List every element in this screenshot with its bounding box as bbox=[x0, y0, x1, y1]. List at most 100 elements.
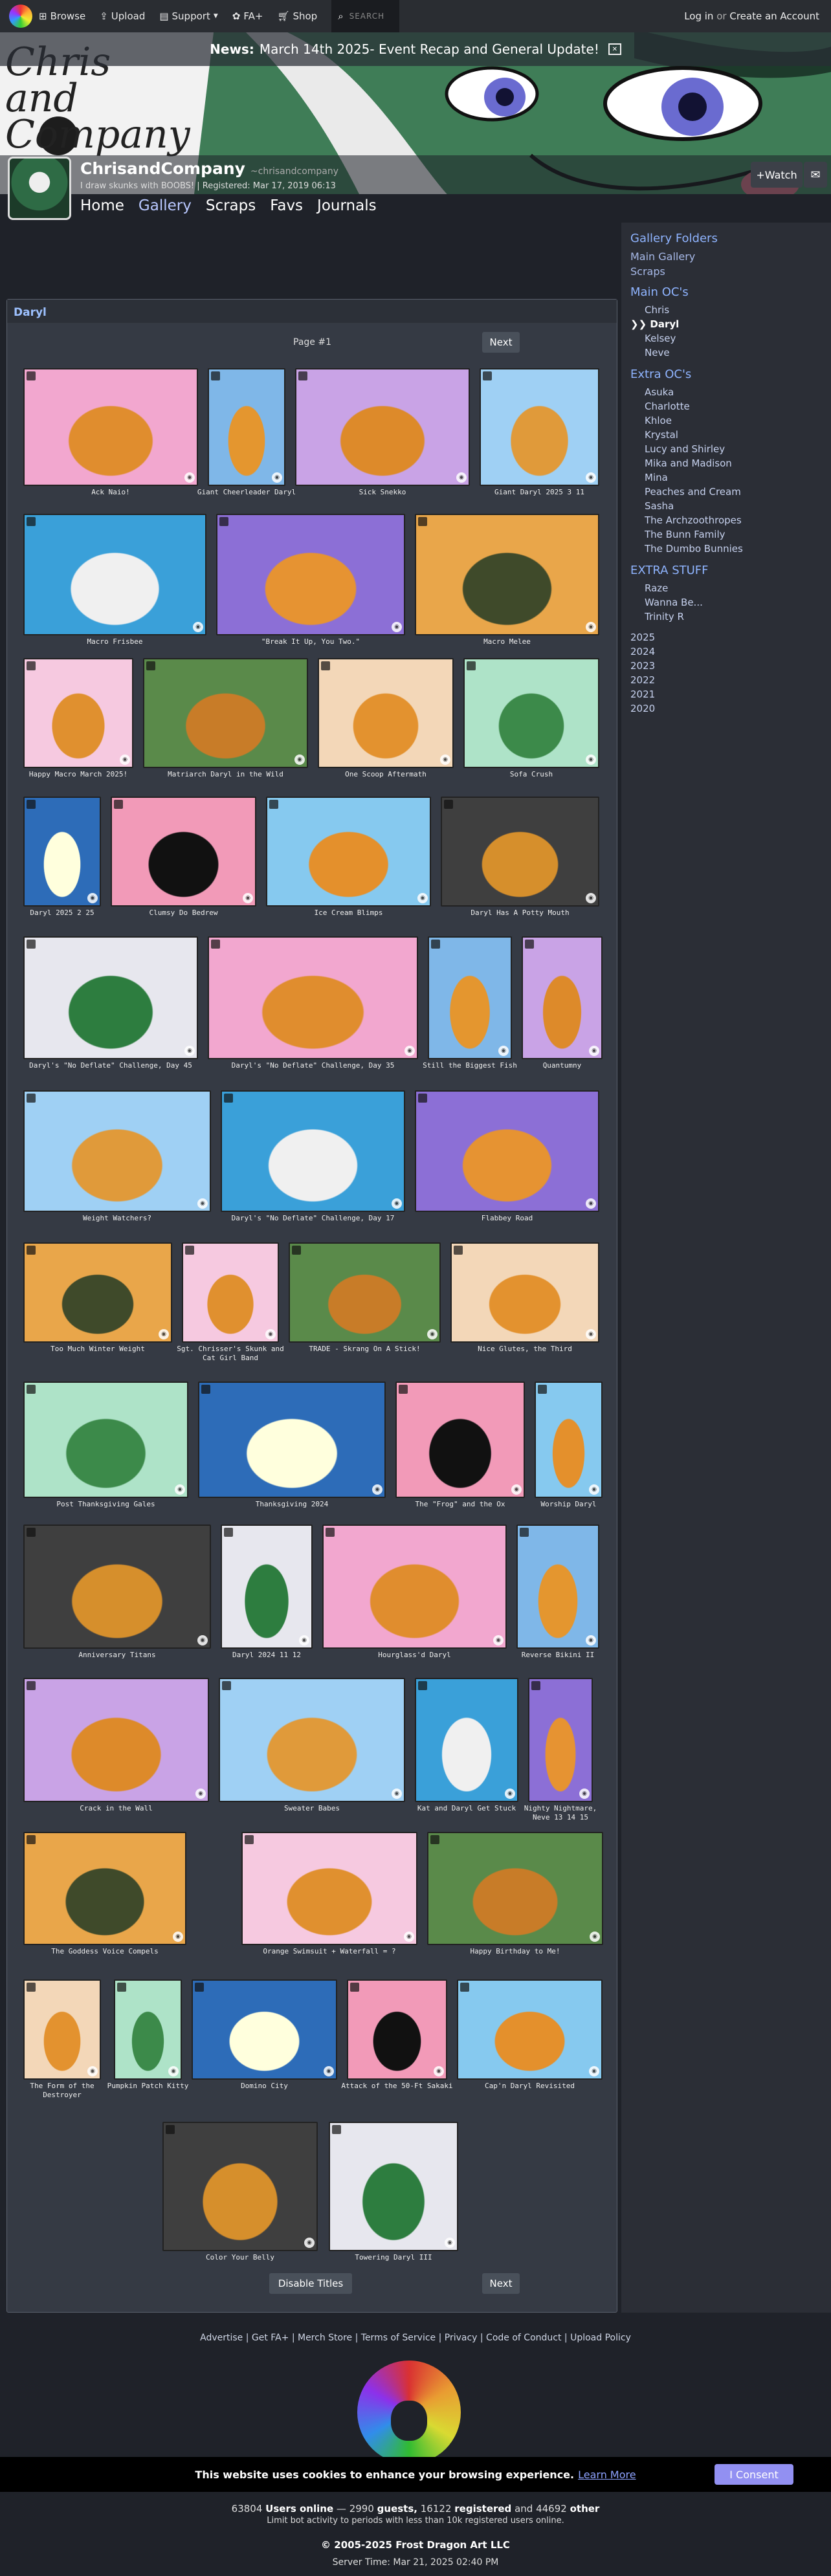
browse-link[interactable]: ⊞ Browse bbox=[39, 10, 85, 22]
thumbnail-title[interactable]: Reverse Bikini II bbox=[505, 1647, 611, 1660]
thumbnail-image[interactable] bbox=[25, 1092, 210, 1211]
thumbnail-image[interactable] bbox=[458, 1981, 601, 2078]
thumbnail-image[interactable] bbox=[115, 1981, 181, 2078]
thumbnail-title[interactable]: Daryl's "No Deflate" Challenge, Day 45 bbox=[12, 1058, 210, 1070]
thumbnail-title[interactable]: Daryl 2025 2 25 bbox=[12, 905, 113, 918]
folder-neve[interactable]: Neve bbox=[645, 346, 831, 360]
thumbnail-image[interactable] bbox=[523, 938, 601, 1058]
gallery-thumbnail[interactable]: ◉ Nighty Nightmare, Neve 13 14 15 bbox=[524, 1678, 597, 1822]
thumbnail-image[interactable] bbox=[416, 1679, 517, 1801]
thumbnail-title[interactable]: Anniversary Titans bbox=[12, 1647, 223, 1660]
gallery-thumbnail[interactable]: ◉ Sgt. Chrisser's Skunk and Cat Girl Band bbox=[177, 1242, 284, 1362]
folder-extra-3[interactable]: Krystal bbox=[645, 428, 831, 442]
thumbnail-title[interactable]: Weight Watchers? bbox=[12, 1211, 223, 1223]
login-link[interactable]: Log in bbox=[684, 10, 713, 22]
gallery-thumbnail[interactable]: ◉ Too Much Winter Weight bbox=[23, 1242, 172, 1353]
thumbnail-image[interactable] bbox=[25, 1679, 208, 1801]
message-button[interactable]: ✉ bbox=[804, 162, 827, 188]
thumbnail-image[interactable] bbox=[319, 659, 452, 767]
thumbnail-title[interactable]: Quantumny bbox=[510, 1058, 614, 1070]
thumbnail-title[interactable]: Sweater Babes bbox=[207, 1801, 417, 1813]
thumbnail-image[interactable] bbox=[222, 1526, 311, 1647]
folder-extra-1[interactable]: Charlotte bbox=[645, 399, 831, 413]
folder-daryl-selected[interactable]: ❯❯ Daryl bbox=[630, 317, 831, 331]
thumbnail-image[interactable] bbox=[209, 369, 284, 485]
thumbnail-image[interactable] bbox=[428, 1833, 602, 1944]
thumbnail-image[interactable] bbox=[220, 1679, 404, 1801]
folder-extra-2[interactable]: Khloe bbox=[645, 413, 831, 428]
gallery-thumbnail[interactable]: ◉ Anniversary Titans bbox=[23, 1525, 211, 1659]
gallery-thumbnail[interactable]: ◉ "Break It Up, You Two." bbox=[216, 514, 405, 646]
thumbnail-title[interactable]: "Break It Up, You Two." bbox=[205, 634, 417, 646]
folder-scraps[interactable]: Scraps bbox=[630, 265, 831, 278]
gallery-thumbnail[interactable]: ◉ Sweater Babes bbox=[219, 1678, 405, 1812]
gallery-thumbnail[interactable]: ◉ Cap'n Daryl Revisited bbox=[457, 1979, 603, 2090]
gallery-thumbnail[interactable]: ◉ TRADE - Skrang On A Stick! bbox=[289, 1242, 441, 1353]
gallery-thumbnail[interactable]: ◉ Thanksgiving 2024 bbox=[198, 1382, 386, 1508]
gallery-thumbnail[interactable]: ◉ Ice Cream Blimps bbox=[266, 797, 431, 917]
next-page-button-top[interactable]: Next bbox=[482, 332, 520, 353]
thumbnail-title[interactable]: Domino City bbox=[180, 2078, 349, 2091]
thumbnail-title[interactable]: The "Frog" and the Ox bbox=[384, 1497, 537, 1509]
watch-button[interactable]: +Watch bbox=[751, 162, 803, 188]
gallery-thumbnail[interactable]: ◉ Pumpkin Patch Kitty bbox=[107, 1979, 188, 2090]
thumbnail-image[interactable] bbox=[518, 1526, 598, 1647]
thumbnail-title[interactable]: Nice Glutes, the Third bbox=[439, 1341, 611, 1354]
year-link-0[interactable]: 2025 bbox=[630, 630, 831, 644]
thumbnail-title[interactable]: TRADE - Skrang On A Stick! bbox=[277, 1341, 452, 1354]
folder-extra-8[interactable]: Sasha bbox=[645, 499, 831, 513]
thumbnail-image[interactable] bbox=[199, 1383, 384, 1497]
gallery-thumbnail[interactable]: ◉ Reverse Bikini II bbox=[516, 1525, 599, 1659]
thumbnail-image[interactable] bbox=[452, 1244, 598, 1341]
thumbnail-title[interactable]: Too Much Winter Weight bbox=[12, 1341, 184, 1354]
gallery-thumbnail[interactable]: ◉ Nice Glutes, the Third bbox=[450, 1242, 599, 1353]
thumbnail-image[interactable] bbox=[536, 1383, 601, 1497]
gallery-thumbnail[interactable]: ◉ Domino City bbox=[192, 1979, 337, 2090]
gallery-thumbnail[interactable]: ◉ Ack Naio! bbox=[23, 368, 198, 496]
gallery-thumbnail[interactable]: ◉ Daryl 2025 2 25 bbox=[23, 797, 101, 917]
thumbnail-title[interactable]: Attack of the 50-Ft Sakaki bbox=[335, 2078, 459, 2091]
tab-home[interactable]: Home bbox=[80, 197, 124, 214]
disable-titles-button[interactable]: Disable Titles bbox=[269, 2273, 352, 2294]
create-account-link[interactable]: Create an Account bbox=[729, 10, 819, 22]
gallery-thumbnail[interactable]: ◉ Worship Daryl bbox=[535, 1382, 603, 1508]
thumbnail-title[interactable]: One Scoop Aftermath bbox=[306, 767, 465, 779]
folder-extra-4[interactable]: Lucy and Shirley bbox=[645, 442, 831, 456]
thumbnail-image[interactable] bbox=[222, 1092, 404, 1211]
thumbnail-image[interactable] bbox=[442, 798, 598, 905]
thumbnail-title[interactable]: Sgt. Chrisser's Skunk and Cat Girl Band bbox=[170, 1341, 291, 1363]
footer-links[interactable]: Advertise | Get FA+ | Merch Store | Term… bbox=[0, 2333, 831, 2343]
gallery-thumbnail[interactable]: ◉ Orange Swimsuit + Waterfall = ? bbox=[241, 1832, 417, 1955]
thumbnail-image[interactable] bbox=[25, 1244, 171, 1341]
thumbnail-image[interactable] bbox=[164, 2123, 316, 2250]
thumbnail-image[interactable] bbox=[330, 2123, 457, 2250]
thumbnail-image[interactable] bbox=[25, 659, 132, 767]
thumbnail-image[interactable] bbox=[144, 659, 307, 767]
avatar[interactable] bbox=[8, 157, 71, 220]
gallery-thumbnail[interactable]: ◉ Weight Watchers? bbox=[23, 1090, 211, 1222]
thumbnail-title[interactable]: Crack in the Wall bbox=[12, 1801, 221, 1813]
thumbnail-image[interactable] bbox=[296, 369, 469, 485]
folder-chris[interactable]: Chris bbox=[645, 303, 831, 317]
thumbnail-title[interactable]: Daryl's "No Deflate" Challenge, Day 17 bbox=[209, 1211, 417, 1223]
gallery-thumbnail[interactable]: ◉ Matriarch Daryl in the Wild bbox=[143, 658, 308, 778]
thumbnail-title[interactable]: Daryl Has A Potty Mouth bbox=[429, 905, 611, 918]
thumbnail-image[interactable] bbox=[193, 1981, 336, 2078]
gallery-thumbnail[interactable]: ◉ Giant Cheerleader Daryl bbox=[197, 368, 296, 496]
thumbnail-image[interactable] bbox=[112, 798, 255, 905]
gallery-thumbnail[interactable]: ◉ The Form of the Destroyer bbox=[23, 1979, 101, 2099]
gallery-thumbnail[interactable]: ◉ The Goddess Voice Compels bbox=[23, 1832, 186, 1955]
thumbnail-title[interactable]: Ack Naio! bbox=[12, 485, 210, 497]
thumbnail-image[interactable] bbox=[25, 798, 100, 905]
thumbnail-image[interactable] bbox=[416, 515, 598, 634]
thumbnail-title[interactable]: Hourglass'd Daryl bbox=[311, 1647, 518, 1660]
gallery-thumbnail[interactable]: ◉ Post Thanksgiving Gales bbox=[23, 1382, 188, 1508]
thumbnail-image[interactable] bbox=[267, 798, 430, 905]
folder-extra-11[interactable]: The Dumbo Bunnies bbox=[645, 542, 831, 556]
thumbnail-title[interactable]: Daryl's "No Deflate" Challenge, Day 35 bbox=[196, 1058, 430, 1070]
thumbnail-image[interactable] bbox=[25, 938, 197, 1058]
thumbnail-title[interactable]: Daryl 2024 11 12 bbox=[209, 1647, 324, 1660]
thumbnail-image[interactable] bbox=[290, 1244, 439, 1341]
thumbnail-image[interactable] bbox=[25, 1383, 187, 1497]
year-link-1[interactable]: 2024 bbox=[630, 644, 831, 659]
